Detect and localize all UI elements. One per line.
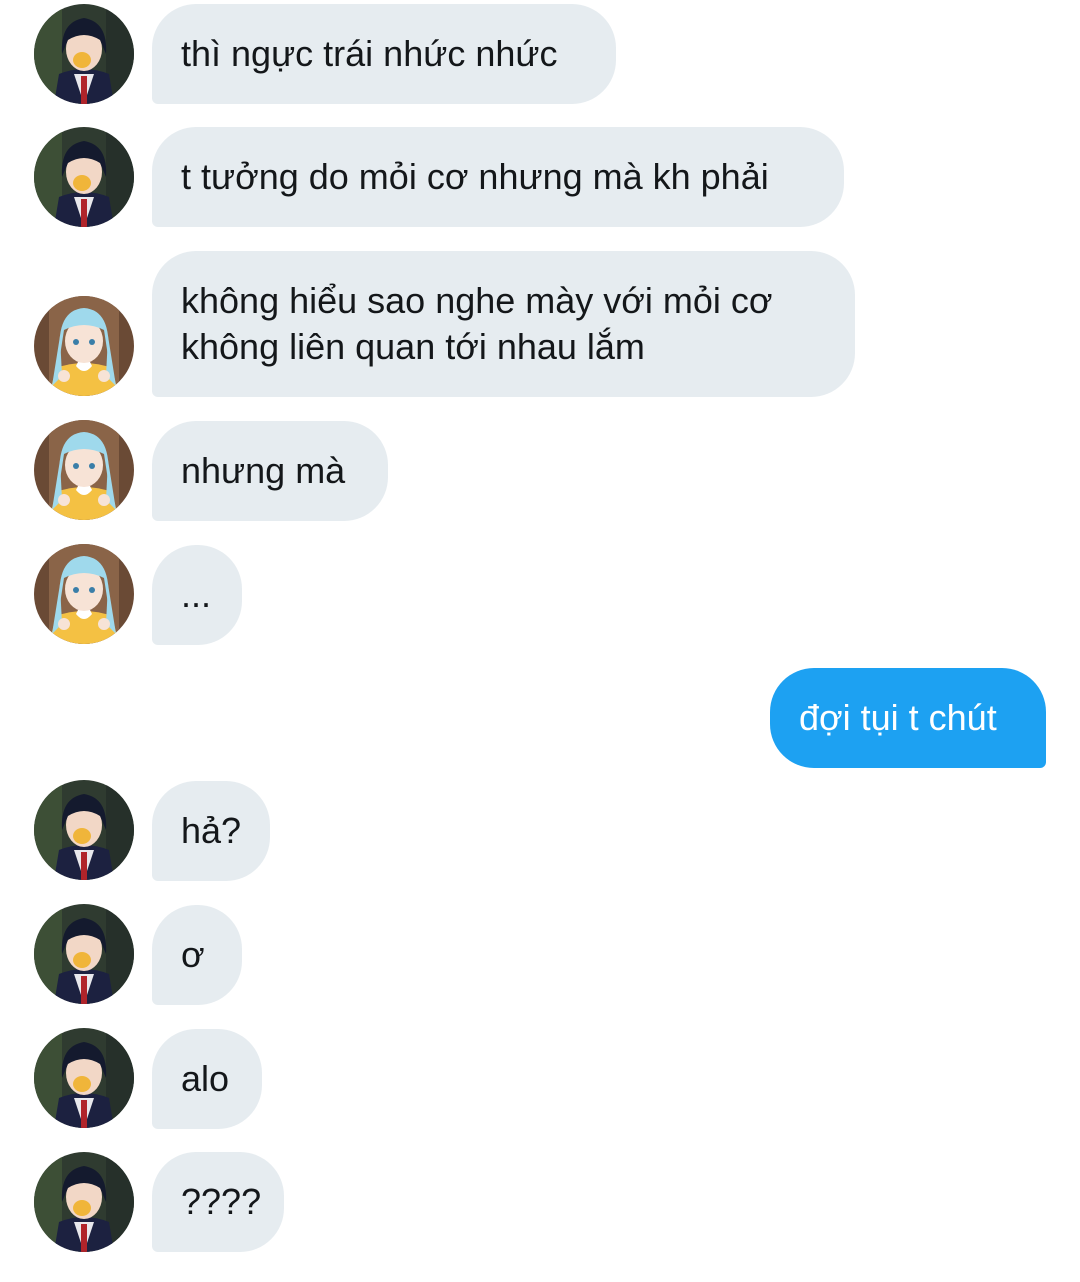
incoming-message-bubble[interactable]: hả? <box>152 781 270 881</box>
message-text: đợi tụi t chút <box>799 697 997 738</box>
avatar-dark-hair-boy-icon[interactable] <box>34 1152 134 1252</box>
incoming-message-bubble[interactable]: ơ <box>152 905 242 1005</box>
message-text: hả? <box>181 810 242 851</box>
avatar-dark-hair-boy-icon[interactable] <box>34 904 134 1004</box>
message-text: alo <box>181 1058 230 1099</box>
message-text: ???? <box>181 1181 262 1222</box>
avatar-dark-hair-boy-icon[interactable] <box>34 1028 134 1128</box>
message-text: ơ <box>181 934 205 975</box>
avatar-dark-hair-boy-icon[interactable] <box>34 780 134 880</box>
outgoing-message-bubble[interactable]: đợi tụi t chút <box>770 668 1046 768</box>
incoming-message-bubble[interactable]: alo <box>152 1029 262 1129</box>
incoming-message-bubble[interactable]: ???? <box>152 1152 284 1252</box>
